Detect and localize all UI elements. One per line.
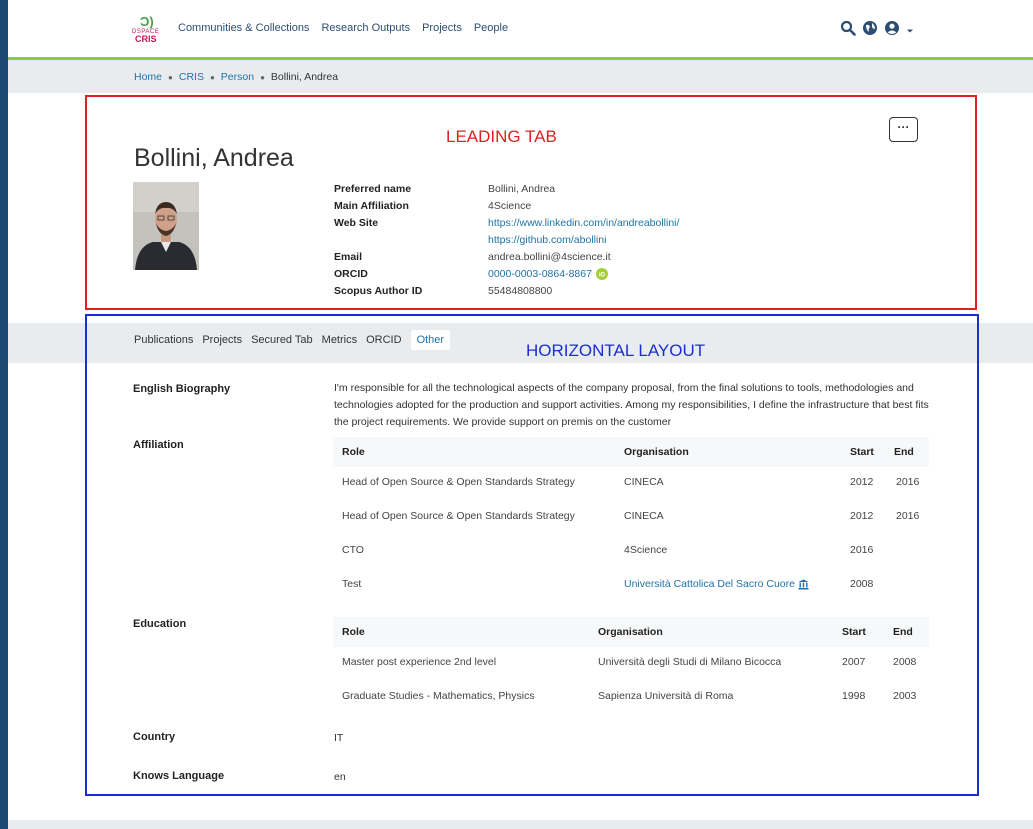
column-header-end: End bbox=[893, 626, 913, 638]
nav-research-outputs[interactable]: Research Outputs bbox=[321, 22, 410, 34]
breadcrumb-bar: Home ● CRIS ● Person ● Bollini, Andrea bbox=[8, 60, 1033, 93]
field-value-email: andrea.bollini@4science.it bbox=[488, 251, 611, 263]
leading-tab-annotation-label: LEADING TAB bbox=[446, 127, 557, 146]
breadcrumb-current: Bollini, Andrea bbox=[270, 71, 339, 83]
table-row: Graduate Studies - Mathematics, Physics … bbox=[333, 681, 929, 715]
orcid-link[interactable]: 0000-0003-0864-8867 bbox=[488, 268, 592, 280]
cell-role: Head of Open Source & Open Standards Str… bbox=[342, 510, 575, 522]
nav-icons bbox=[840, 20, 914, 41]
table-row: CTO 4Science 2016 bbox=[333, 535, 929, 569]
breadcrumb: Home ● CRIS ● Person ● Bollini, Andrea bbox=[134, 71, 338, 83]
cell-organisation: Sapienza Università di Roma bbox=[598, 690, 734, 702]
breadcrumb-person[interactable]: Person bbox=[221, 71, 254, 83]
field-label-country: Country bbox=[133, 731, 176, 743]
organisation-link[interactable]: Università Cattolica Del Sacro Cuore bbox=[624, 578, 795, 590]
field-label-english-biography: English Biography bbox=[133, 383, 231, 395]
nav-people[interactable]: People bbox=[474, 22, 508, 34]
column-header-role: Role bbox=[342, 626, 365, 638]
nav-projects[interactable]: Projects bbox=[422, 22, 462, 34]
web-site-link-linkedin[interactable]: https://www.linkedin.com/in/andreabollin… bbox=[488, 217, 679, 229]
table-row: Head of Open Source & Open Standards Str… bbox=[333, 501, 929, 535]
cell-organisation: CINECA bbox=[624, 510, 664, 522]
footer-band bbox=[8, 820, 1033, 829]
column-header-role: Role bbox=[342, 446, 365, 458]
cell-end: 2016 bbox=[896, 476, 920, 488]
cell-organisation: Università degli Studi di Milano Bicocca bbox=[598, 656, 782, 668]
field-value-scopus-author-id: 55484808800 bbox=[488, 285, 553, 297]
cell-end: 2008 bbox=[893, 656, 917, 668]
field-label-email: Email bbox=[334, 251, 363, 263]
person-photo bbox=[133, 182, 199, 270]
column-header-start: Start bbox=[842, 626, 866, 638]
field-value-knows-language: en bbox=[334, 771, 346, 783]
cell-organisation: 4Science bbox=[624, 544, 668, 556]
cell-start: 2016 bbox=[850, 544, 874, 556]
field-label-knows-language: Knows Language bbox=[133, 770, 225, 782]
table-header: Role Organisation Start End bbox=[333, 617, 929, 647]
field-label-scopus-author-id: Scopus Author ID bbox=[334, 285, 423, 297]
table-row: Test Università Cattolica Del Sacro Cuor… bbox=[333, 569, 929, 603]
logo-text-cris: CRIS bbox=[135, 34, 157, 44]
cell-start: 1998 bbox=[842, 690, 866, 702]
field-label-affiliation: Affiliation bbox=[133, 439, 184, 451]
table-row: Master post experience 2nd level Univers… bbox=[333, 647, 929, 681]
affiliation-table: Role Organisation Start End Head of Open… bbox=[333, 437, 929, 603]
search-icon[interactable] bbox=[840, 20, 856, 41]
english-biography-text: I'm responsible for all the technologica… bbox=[334, 380, 932, 432]
table-header: Role Organisation Start End bbox=[333, 437, 929, 467]
caret-down-icon[interactable] bbox=[906, 22, 914, 40]
field-label-education: Education bbox=[133, 618, 187, 630]
cell-role: Master post experience 2nd level bbox=[342, 656, 497, 668]
breadcrumb-cris[interactable]: CRIS bbox=[179, 71, 204, 83]
page: Ͻ) DSPACE CRIS Communities & Collections… bbox=[8, 0, 1033, 829]
svg-text:iD: iD bbox=[599, 273, 606, 279]
globe-icon[interactable] bbox=[862, 20, 878, 41]
institution-icon bbox=[798, 579, 809, 589]
breadcrumb-separator: ● bbox=[168, 72, 173, 82]
web-site-link-github[interactable]: https://github.com/abollini bbox=[488, 234, 606, 246]
cell-role: Test bbox=[342, 578, 362, 590]
column-header-organisation: Organisation bbox=[598, 626, 663, 638]
orcid-value: 0000-0003-0864-8867 iD bbox=[488, 268, 608, 280]
column-header-end: End bbox=[894, 446, 914, 458]
field-value-country: IT bbox=[334, 732, 344, 744]
column-header-start: Start bbox=[850, 446, 874, 458]
table-row: Head of Open Source & Open Standards Str… bbox=[333, 467, 929, 501]
field-label-web-site: Web Site bbox=[334, 217, 379, 229]
breadcrumb-separator: ● bbox=[209, 72, 215, 82]
cell-end: 2016 bbox=[896, 510, 920, 522]
horizontal-layout-annotation-label: HORIZONTAL LAYOUT bbox=[526, 341, 706, 360]
logo-mark: Ͻ) bbox=[140, 14, 154, 29]
cell-start: 2012 bbox=[850, 510, 874, 522]
main-menu: Communities & Collections Research Outpu… bbox=[178, 22, 508, 34]
cell-end: 2003 bbox=[893, 690, 917, 702]
nav-communities-collections[interactable]: Communities & Collections bbox=[178, 22, 309, 34]
column-header-organisation: Organisation bbox=[624, 446, 689, 458]
cell-organisation: Università Cattolica Del Sacro Cuore bbox=[624, 578, 809, 590]
top-navbar: Ͻ) DSPACE CRIS Communities & Collections… bbox=[8, 0, 1033, 60]
education-table: Role Organisation Start End Master post … bbox=[333, 617, 929, 715]
field-label-main-affiliation: Main Affiliation bbox=[334, 200, 409, 212]
breadcrumb-separator: ● bbox=[260, 72, 265, 82]
cell-role: Graduate Studies - Mathematics, Physics bbox=[342, 690, 535, 702]
dspace-cris-logo[interactable]: Ͻ) DSPACE CRIS bbox=[130, 14, 170, 46]
orcid-icon: iD bbox=[595, 268, 608, 280]
breadcrumb-home[interactable]: Home bbox=[134, 71, 162, 83]
cell-start: 2008 bbox=[850, 578, 874, 590]
field-label-preferred-name: Preferred name bbox=[334, 183, 412, 195]
more-options-button[interactable]: ··· bbox=[889, 117, 918, 142]
cell-role: CTO bbox=[342, 544, 364, 556]
field-value-preferred-name: Bollini, Andrea bbox=[488, 183, 556, 195]
cell-start: 2007 bbox=[842, 656, 866, 668]
page-title: Bollini, Andrea bbox=[134, 144, 294, 172]
cell-organisation: CINECA bbox=[624, 476, 664, 488]
field-label-orcid: ORCID bbox=[334, 268, 368, 280]
user-icon[interactable] bbox=[884, 20, 900, 41]
cell-start: 2012 bbox=[850, 476, 874, 488]
cell-role: Head of Open Source & Open Standards Str… bbox=[342, 476, 575, 488]
field-value-main-affiliation: 4Science bbox=[488, 200, 532, 212]
